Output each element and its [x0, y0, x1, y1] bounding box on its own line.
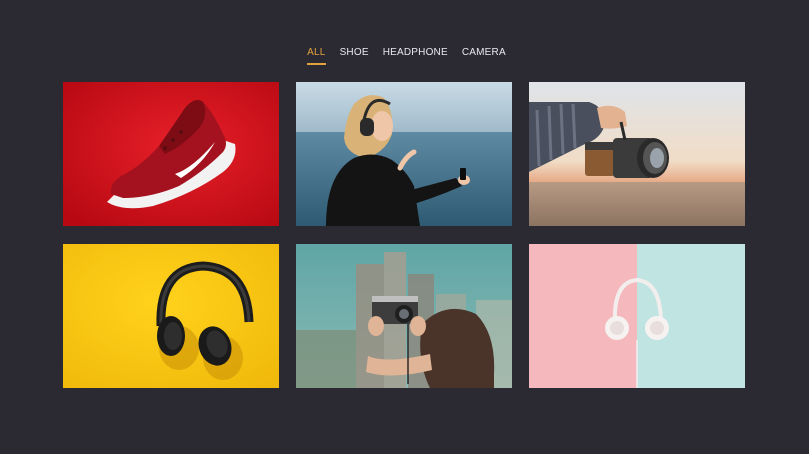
- gallery-item-camera-city[interactable]: [296, 244, 512, 388]
- gallery-item-headphone-sea[interactable]: [296, 82, 512, 226]
- portfolio-page: ALL SHOE HEADPHONE CAMERA: [0, 0, 809, 454]
- filter-shoe[interactable]: SHOE: [340, 45, 369, 65]
- filter-headphone[interactable]: HEADPHONE: [383, 45, 448, 65]
- person-photographing-city-image: [296, 244, 512, 388]
- category-filter-nav: ALL SHOE HEADPHONE CAMERA: [0, 45, 809, 65]
- camera-in-hand-image: [529, 82, 745, 226]
- filter-all[interactable]: ALL: [307, 45, 326, 65]
- red-sneaker-image: [63, 82, 279, 226]
- black-headphones-yellow-image: [63, 244, 279, 388]
- gallery-grid: [63, 82, 745, 388]
- gallery-item-headphone-pastel[interactable]: [529, 244, 745, 388]
- gallery-item-headphone-yellow[interactable]: [63, 244, 279, 388]
- woman-headphones-sea-image: [296, 82, 512, 226]
- white-headphones-pastel-image: [529, 244, 745, 388]
- gallery-item-shoe[interactable]: [63, 82, 279, 226]
- gallery-item-camera-landscape[interactable]: [529, 82, 745, 226]
- filter-camera[interactable]: CAMERA: [462, 45, 506, 65]
